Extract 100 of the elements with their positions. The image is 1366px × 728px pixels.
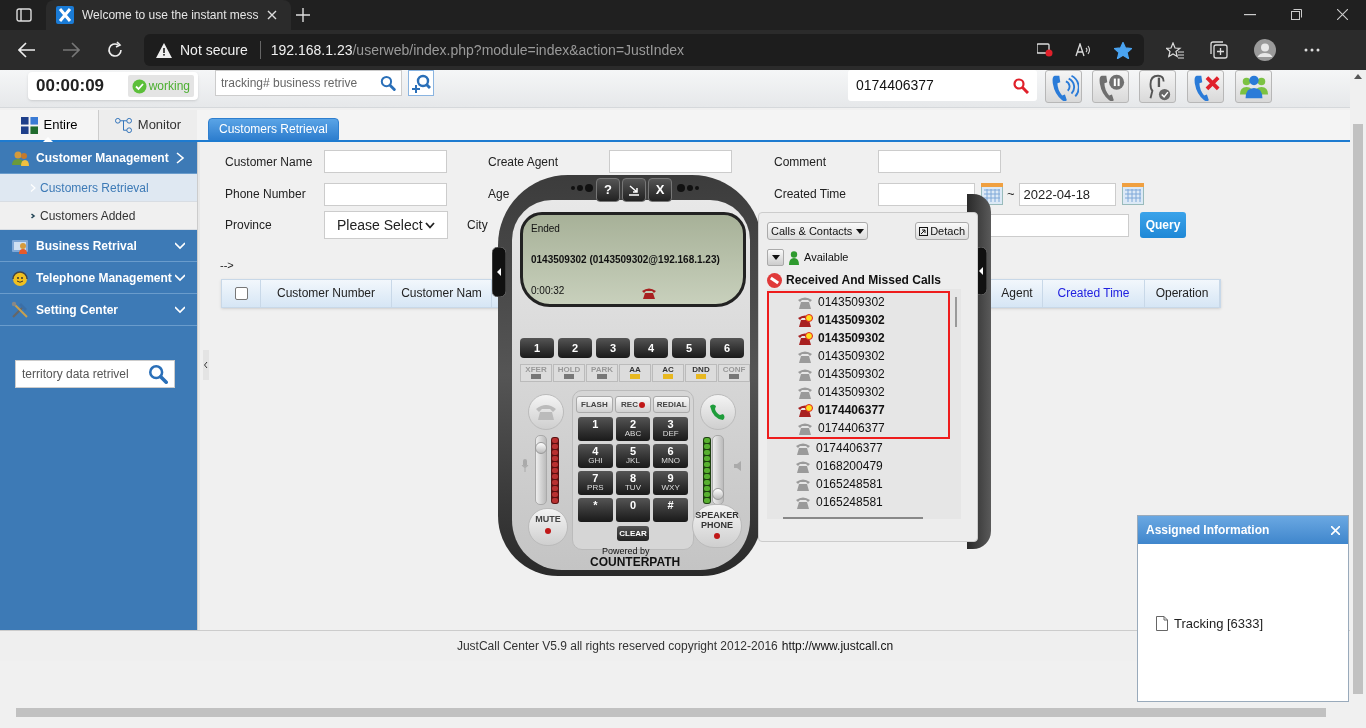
scrollbar-thumb[interactable] xyxy=(1353,124,1363,694)
slider-thumb[interactable] xyxy=(535,441,547,454)
slider-thumb[interactable] xyxy=(712,488,724,501)
call-entry[interactable]: 0143509302 xyxy=(818,329,885,347)
line-button[interactable]: 5 xyxy=(672,338,706,358)
search-field[interactable]: tracking# business retrive xyxy=(215,70,402,96)
function-key[interactable]: REC xyxy=(614,396,652,413)
call-entry[interactable]: 0143509302 xyxy=(818,293,885,311)
detach-button[interactable]: Detach xyxy=(915,222,969,240)
text-field[interactable] xyxy=(324,150,447,173)
missed-call-icon[interactable] xyxy=(797,403,813,417)
function-key[interactable]: FLASH xyxy=(576,396,613,413)
team-button[interactable] xyxy=(1235,70,1272,103)
province-dropdown[interactable]: Please Select xyxy=(324,211,448,239)
sidebar-toggle-icon[interactable] xyxy=(16,8,32,22)
sidebar-tab[interactable]: Monitor xyxy=(98,110,197,140)
menu-header[interactable]: Telephone Management xyxy=(0,262,197,294)
submenu-item[interactable]: Customers Retrieval xyxy=(0,174,197,202)
profile-icon[interactable] xyxy=(1254,39,1276,61)
back-icon[interactable] xyxy=(18,42,36,58)
search-field[interactable]: territory data retrivel xyxy=(15,360,175,388)
dial-key[interactable]: * xyxy=(578,498,613,522)
call-entry[interactable]: 0143509302 xyxy=(818,383,885,401)
dial-key[interactable]: # xyxy=(653,498,688,522)
favorites-icon[interactable] xyxy=(1166,41,1184,59)
dial-key[interactable]: 0 xyxy=(615,498,651,522)
call-entry[interactable]: 0143509302 xyxy=(818,311,885,329)
favorite-star-icon[interactable] xyxy=(1114,41,1132,59)
clear-button[interactable]: CLEAR xyxy=(617,526,649,541)
function-key[interactable]: REDIAL xyxy=(653,396,690,413)
read-aloud-icon[interactable] xyxy=(1075,43,1092,57)
dial-key[interactable]: 8 TUV xyxy=(615,471,651,495)
forward-icon[interactable] xyxy=(62,42,80,58)
hang-up-button[interactable] xyxy=(1187,70,1224,103)
presence-menu-button[interactable] xyxy=(767,249,784,266)
call-entry[interactable]: 0143509302 xyxy=(818,347,885,365)
text-field[interactable] xyxy=(609,150,732,173)
collections-icon[interactable] xyxy=(1210,41,1228,59)
line-button[interactable]: 1 xyxy=(520,338,554,358)
hold-call-button[interactable] xyxy=(1092,70,1129,103)
line-button[interactable]: 2 xyxy=(558,338,592,358)
feature-button[interactable]: AC xyxy=(652,364,684,382)
assigned-item[interactable]: Tracking [6333] xyxy=(1174,614,1264,634)
missed-call-icon[interactable] xyxy=(797,331,813,345)
text-field[interactable] xyxy=(878,150,1001,173)
menu-header[interactable]: Business Retrival xyxy=(0,230,197,262)
date-field[interactable]: 2022-04-18 xyxy=(1018,182,1116,206)
refresh-icon[interactable] xyxy=(106,41,124,59)
call-entry[interactable]: 0174406377 xyxy=(818,419,885,437)
call-entry[interactable]: 0174406377 xyxy=(816,439,883,457)
select-all-checkbox[interactable] xyxy=(234,286,248,300)
call-entry[interactable]: 0165248581 xyxy=(816,475,883,493)
dial-key[interactable]: 9 WXY xyxy=(653,471,688,495)
submenu-item[interactable]: Customers Added xyxy=(0,202,197,230)
call-entry[interactable]: 0174406377 xyxy=(818,401,885,419)
menu-header[interactable]: Setting Center xyxy=(0,294,197,326)
phone-top-button[interactable]: ? xyxy=(596,178,620,202)
line-button[interactable]: 4 xyxy=(634,338,668,358)
minimize-icon[interactable] xyxy=(1244,14,1256,16)
dial-key[interactable]: 4 GHI xyxy=(578,444,613,468)
minimize-button[interactable] xyxy=(622,178,646,202)
volume-slider[interactable] xyxy=(712,435,724,505)
browser-tab[interactable]: Welcome to use the instant mess xyxy=(46,0,291,30)
search-input[interactable]: territory data retrivel xyxy=(22,365,146,383)
missed-call-icon[interactable] xyxy=(797,313,813,327)
phone-number-field[interactable]: 0174406377 xyxy=(848,70,1037,101)
dial-key[interactable]: 7 PRS xyxy=(578,471,613,495)
line-button[interactable]: 3 xyxy=(596,338,630,358)
answer-call-button[interactable] xyxy=(1045,70,1082,103)
column-header[interactable]: Created Time xyxy=(1043,279,1145,307)
search-icon[interactable] xyxy=(380,75,396,91)
feature-button[interactable]: AA xyxy=(619,364,651,382)
text-field[interactable] xyxy=(990,213,1129,237)
scrollbar-thumb[interactable] xyxy=(16,708,1326,717)
call-entry[interactable]: 0168200479 xyxy=(816,457,883,475)
calendar-icon[interactable] xyxy=(981,183,1003,205)
close-icon[interactable] xyxy=(1337,9,1348,20)
text-field[interactable] xyxy=(878,182,975,206)
phone-top-button[interactable]: X xyxy=(648,178,672,202)
call-entry[interactable]: 0165248581 xyxy=(816,493,883,511)
expand-arrow-icon[interactable] xyxy=(492,247,506,297)
advanced-search-button[interactable] xyxy=(408,70,434,96)
dial-key[interactable]: 2 ABC xyxy=(615,417,651,441)
restore-icon[interactable] xyxy=(1291,9,1302,20)
agent-ready-button[interactable] xyxy=(1139,70,1176,103)
search-input[interactable]: tracking# business retrive xyxy=(221,74,381,92)
new-tab-icon[interactable] xyxy=(296,8,310,22)
blocked-camera-icon[interactable] xyxy=(1037,43,1053,57)
scroll-up-icon[interactable] xyxy=(1354,74,1362,79)
line-button[interactable]: 6 xyxy=(710,338,744,358)
phone-number-input[interactable]: 0174406377 xyxy=(856,75,1006,96)
feature-button[interactable]: DND xyxy=(685,364,717,382)
search-icon[interactable] xyxy=(148,364,168,384)
address-bar[interactable]: Not secure 192.168.1.23/userweb/index.php?module=index&action=JustIndex xyxy=(144,34,1144,66)
scrollbar-thumb[interactable] xyxy=(955,297,957,327)
dial-key[interactable]: 5 JKL xyxy=(615,444,651,468)
search-icon[interactable] xyxy=(1013,77,1029,94)
text-field[interactable] xyxy=(324,182,447,206)
dial-key[interactable]: 6 MNO xyxy=(653,444,688,468)
call-entry[interactable]: 0143509302 xyxy=(818,365,885,383)
